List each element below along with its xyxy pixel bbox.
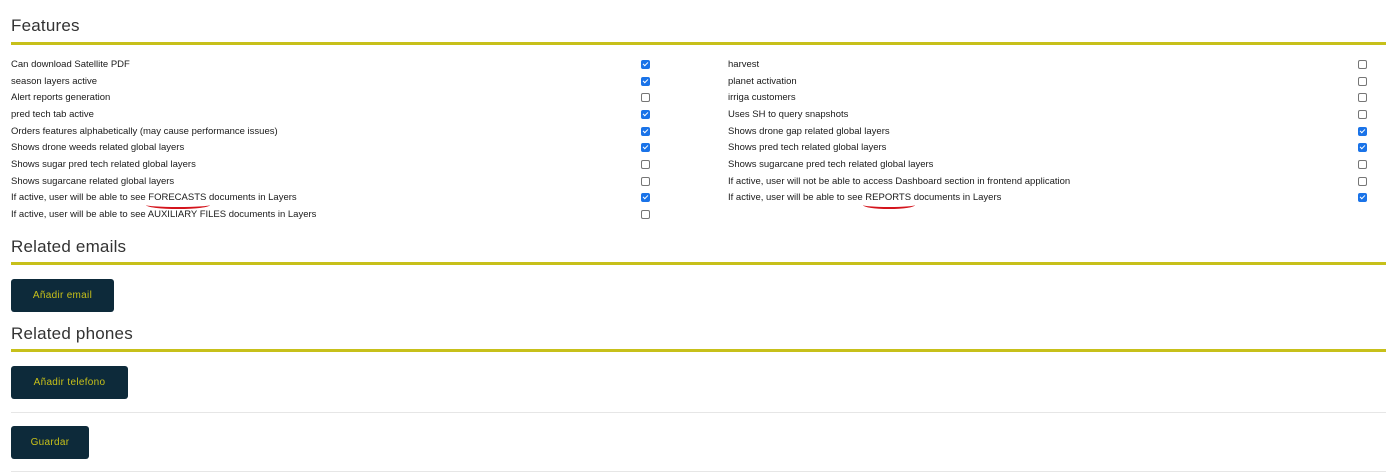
features-title: Features (11, 16, 80, 35)
annotation-underline (146, 201, 211, 209)
feature-label: pred tech tab active (11, 108, 94, 120)
phones-title: Related phones (11, 324, 133, 343)
phones-divider (11, 349, 1386, 352)
save-button[interactable]: Guardar (11, 426, 89, 459)
add-phone-button[interactable]: Añadir telefono (11, 366, 128, 399)
feature-label: Uses SH to query snapshots (728, 108, 849, 120)
checkbox-unchecked[interactable] (641, 160, 650, 169)
checkbox-checked[interactable] (1358, 143, 1367, 152)
feature-row: Alert reports generation (11, 89, 110, 105)
feature-label: season layers active (11, 75, 98, 87)
feature-label: irriga customers (728, 91, 796, 103)
feature-row: Shows drone gap related global layers (728, 123, 890, 139)
feature-label: If active, user will be able to see AUXI… (11, 208, 317, 220)
checkbox-unchecked[interactable] (1358, 77, 1367, 86)
feature-row: Uses SH to query snapshots (728, 106, 848, 122)
form-divider (11, 412, 1386, 413)
feature-label: Shows sugarcane related global layers (11, 175, 175, 187)
checkbox-checked[interactable] (641, 143, 650, 152)
feature-label-pre: If active, user will be able to see (728, 191, 866, 203)
feature-row: planet activation (728, 73, 797, 89)
feature-row: Shows sugarcane related global layers (11, 173, 174, 189)
checkbox-checked[interactable] (1358, 127, 1367, 136)
feature-label: If active, user will not be able to acce… (728, 175, 1071, 187)
feature-label: Shows drone weeds related global layers (11, 141, 185, 153)
checkbox-unchecked[interactable] (641, 210, 650, 219)
checkbox-checked[interactable] (1358, 193, 1367, 202)
feature-row: pred tech tab active (11, 106, 94, 122)
feature-row: If active, user will not be able to acce… (728, 173, 1070, 189)
feature-row: Shows drone weeds related global layers (11, 139, 184, 155)
features-divider (11, 42, 1386, 45)
feature-row: Orders features alphabetically (may caus… (11, 123, 278, 139)
checkbox-unchecked[interactable] (641, 93, 650, 102)
feature-label: harvest (728, 58, 760, 70)
emails-title: Related emails (11, 237, 127, 256)
feature-label: Can download Satellite PDF (11, 58, 130, 70)
feature-row: irriga customers (728, 89, 796, 105)
checkbox-unchecked[interactable] (1358, 177, 1367, 186)
feature-label: planet activation (728, 75, 797, 87)
checkbox-checked[interactable] (641, 77, 650, 86)
feature-label-post: documents in Layers (206, 191, 297, 203)
checkbox-unchecked[interactable] (1358, 160, 1367, 169)
feature-row: Shows sugar pred tech related global lay… (11, 156, 196, 172)
feature-label: Shows drone gap related global layers (728, 125, 890, 137)
feature-row: Shows sugarcane pred tech related global… (728, 156, 933, 172)
checkbox-unchecked[interactable] (1358, 60, 1367, 69)
feature-row: Can download Satellite PDF (11, 56, 130, 72)
feature-label: Alert reports generation (11, 91, 111, 103)
emails-divider (11, 262, 1386, 265)
feature-label-post: documents in Layers (911, 191, 1002, 203)
feature-row: harvest (728, 56, 759, 72)
footer-divider (11, 471, 1386, 472)
feature-label: Shows sugarcane pred tech related global… (728, 158, 934, 170)
feature-label-pre: If active, user will be able to see (11, 191, 149, 203)
checkbox-unchecked[interactable] (641, 177, 650, 186)
checkbox-checked[interactable] (641, 193, 650, 202)
feature-label: Orders features alphabetically (may caus… (11, 125, 278, 137)
checkbox-checked[interactable] (641, 127, 650, 136)
checkbox-unchecked[interactable] (1358, 93, 1367, 102)
add-email-button[interactable]: Añadir email (11, 279, 114, 312)
checkbox-checked[interactable] (641, 60, 650, 69)
feature-row: season layers active (11, 73, 97, 89)
annotation-underline (863, 201, 916, 209)
checkbox-unchecked[interactable] (1358, 110, 1367, 119)
checkbox-checked[interactable] (641, 110, 650, 119)
feature-row: Shows pred tech related global layers (728, 139, 886, 155)
feature-label: Shows sugar pred tech related global lay… (11, 158, 196, 170)
feature-label: Shows pred tech related global layers (728, 141, 887, 153)
